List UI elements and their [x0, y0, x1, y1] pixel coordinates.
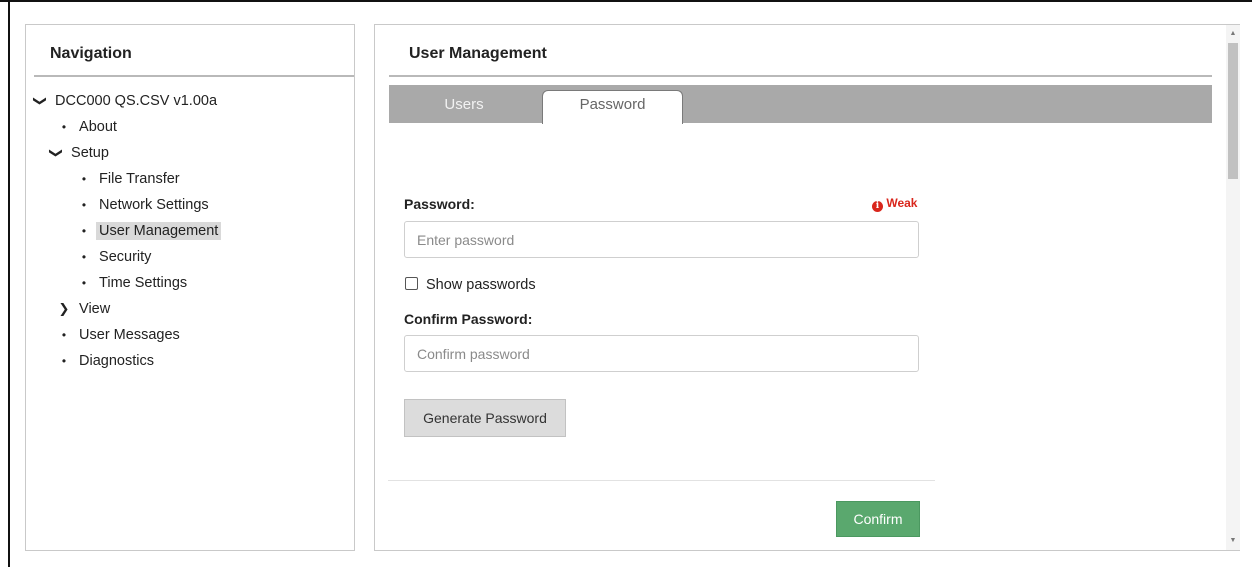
nav-item-label: File Transfer — [99, 171, 180, 187]
scroll-down-arrow-icon[interactable]: ▼ — [1226, 534, 1240, 548]
checkbox-icon[interactable] — [405, 277, 418, 290]
nav-item-label: Setup — [71, 145, 109, 161]
bullet-icon: • — [81, 172, 87, 186]
nav-item-label: Diagnostics — [79, 353, 154, 369]
bullet-icon: • — [81, 224, 87, 238]
nav-item-label: View — [79, 301, 111, 317]
navigation-title: Navigation — [50, 45, 132, 62]
bullet-icon: • — [81, 198, 87, 212]
scrollbar-thumb[interactable] — [1228, 43, 1238, 179]
show-passwords-checkbox[interactable]: Show passwords — [405, 275, 536, 295]
tab-users[interactable]: Users — [389, 91, 539, 123]
navigation-divider — [34, 75, 354, 77]
confirm-password-label: Confirm Password: — [404, 311, 533, 327]
bullet-icon: • — [81, 250, 87, 264]
nav-item-file-transfer[interactable]: • File Transfer — [76, 167, 183, 191]
nav-item-device-root[interactable]: ❯ DCC000 QS.CSV v1.00a — [32, 89, 220, 113]
nav-item-user-messages[interactable]: • User Messages — [56, 323, 183, 347]
chevron-right-icon: ❯ — [58, 301, 70, 316]
title-divider — [389, 75, 1212, 77]
form-footer-divider — [388, 480, 935, 481]
show-passwords-label: Show passwords — [426, 277, 536, 293]
chevron-down-icon: ❯ — [49, 147, 64, 159]
window-left-border — [8, 0, 10, 567]
nav-item-security[interactable]: • Security — [76, 245, 154, 269]
tab-password[interactable]: Password — [542, 90, 683, 124]
nav-item-label: About — [79, 119, 117, 135]
info-icon: i — [872, 201, 883, 212]
nav-item-about[interactable]: • About — [56, 115, 120, 139]
bullet-icon: • — [61, 328, 67, 342]
chevron-down-icon: ❯ — [33, 95, 48, 107]
nav-item-time-settings[interactable]: • Time Settings — [76, 271, 190, 295]
nav-item-label: User Management — [96, 222, 222, 240]
confirm-password-input[interactable] — [404, 335, 919, 372]
confirm-button[interactable]: Confirm — [836, 501, 920, 537]
tab-bar: Users Password — [389, 85, 1212, 124]
password-input[interactable] — [404, 221, 919, 258]
bullet-icon: • — [61, 120, 67, 134]
navigation-panel: Navigation ❯ DCC000 QS.CSV v1.00a • Abou… — [25, 24, 355, 551]
password-strength-text: Weak — [886, 196, 918, 210]
scroll-up-arrow-icon[interactable]: ▲ — [1226, 27, 1240, 41]
nav-item-view[interactable]: ❯ View — [56, 297, 113, 321]
bullet-icon: • — [81, 276, 87, 290]
window-top-border — [0, 0, 1252, 2]
nav-item-label: DCC000 QS.CSV v1.00a — [55, 93, 218, 109]
password-label: Password: — [404, 196, 475, 212]
nav-item-setup[interactable]: ❯ Setup — [48, 141, 112, 165]
nav-item-label: User Messages — [79, 327, 180, 343]
user-management-panel: User Management Users Password Password:… — [374, 24, 1240, 551]
password-strength-indicator: i Weak — [872, 196, 917, 212]
nav-item-diagnostics[interactable]: • Diagnostics — [56, 349, 157, 373]
bullet-icon: • — [61, 354, 67, 368]
generate-password-button[interactable]: Generate Password — [404, 399, 566, 437]
vertical-scrollbar[interactable]: ▲ ▼ — [1226, 25, 1240, 550]
nav-item-label: Time Settings — [99, 275, 188, 291]
nav-item-label: Security — [99, 249, 152, 265]
nav-item-network-settings[interactable]: • Network Settings — [76, 193, 212, 217]
nav-item-label: Network Settings — [99, 197, 209, 213]
page-title: User Management — [409, 45, 547, 62]
nav-item-user-management[interactable]: • User Management — [76, 219, 222, 243]
